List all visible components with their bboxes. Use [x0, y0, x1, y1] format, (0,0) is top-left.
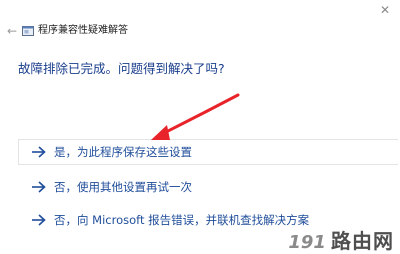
option-label: 否，向 Microsoft 报告错误，并联机查找解决方案: [54, 213, 310, 227]
watermark: 191 路由网: [288, 225, 394, 253]
window-title: 程序兼容性疑难解答: [38, 25, 128, 36]
page-heading: 故障排除已完成。问题得到解决了吗?: [18, 61, 225, 76]
option-label: 是，为此程序保存这些设置: [54, 145, 192, 159]
watermark-number: 191: [288, 232, 326, 253]
arrow-right-icon: [32, 214, 46, 226]
close-icon: ✕: [379, 3, 391, 17]
option-save-settings[interactable]: 是，为此程序保存这些设置: [18, 139, 398, 165]
arrow-right-icon: [32, 181, 46, 193]
compatibility-troubleshooter-icon: [22, 26, 34, 36]
arrow-right-icon: [32, 146, 46, 158]
watermark-text: 路由网: [331, 229, 394, 253]
title-bar: ← 程序兼容性疑难解答 ✕: [0, 0, 400, 62]
back-arrow-icon: ←: [6, 24, 18, 38]
close-button[interactable]: ✕: [378, 3, 392, 17]
option-try-other-settings[interactable]: 否，使用其他设置再试一次: [18, 174, 398, 200]
back-button[interactable]: ←: [5, 24, 19, 38]
option-label: 否，使用其他设置再试一次: [54, 180, 192, 194]
